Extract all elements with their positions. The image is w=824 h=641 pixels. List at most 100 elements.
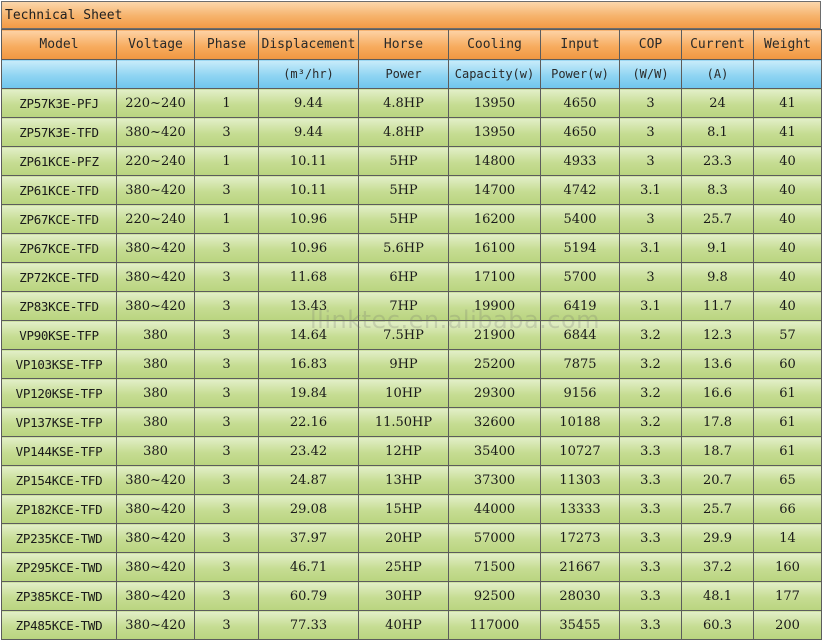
header-phase: Phase <box>194 29 259 60</box>
cell-cooling-capacity: 57000 <box>448 523 541 553</box>
cell-model: ZP295KCE-TWD <box>1 552 117 582</box>
cell-displacement: 10.96 <box>258 233 359 263</box>
cell-cooling-capacity: 16100 <box>448 233 541 263</box>
cell-input-power: 5194 <box>540 233 620 263</box>
cell-current: 24 <box>681 88 754 118</box>
cell-voltage: 380~420 <box>116 117 195 147</box>
cell-cop: 3.1 <box>619 233 682 263</box>
cell-weight: 66 <box>753 494 822 524</box>
cell-voltage: 380~420 <box>116 175 195 205</box>
cell-voltage: 220~240 <box>116 204 195 234</box>
cell-current: 20.7 <box>681 465 754 495</box>
cell-horse-power: 7HP <box>358 291 449 321</box>
header-displacement: Displacement <box>258 29 359 60</box>
cell-weight: 41 <box>753 117 822 147</box>
cell-cooling-capacity: 13950 <box>448 88 541 118</box>
cell-weight: 61 <box>753 378 822 408</box>
cell-cooling-capacity: 21900 <box>448 320 541 350</box>
cell-current: 9.1 <box>681 233 754 263</box>
cell-phase: 1 <box>194 146 259 176</box>
cell-cop: 3.3 <box>619 436 682 466</box>
cell-input-power: 10727 <box>540 436 620 466</box>
cell-current: 11.7 <box>681 291 754 321</box>
header-unit-cooling-capacity: Capacity(w) <box>448 59 541 89</box>
header-unit-voltage <box>116 59 195 89</box>
cell-weight: 61 <box>753 407 822 437</box>
cell-current: 60.3 <box>681 610 754 640</box>
cell-input-power: 9156 <box>540 378 620 408</box>
header-unit-current: (A) <box>681 59 754 89</box>
cell-current: 29.9 <box>681 523 754 553</box>
cell-model: ZP235KCE-TWD <box>1 523 117 553</box>
cell-cop: 3.2 <box>619 349 682 379</box>
cell-phase: 3 <box>194 117 259 147</box>
cell-input-power: 13333 <box>540 494 620 524</box>
cell-horse-power: 10HP <box>358 378 449 408</box>
cell-model: ZP385KCE-TWD <box>1 581 117 611</box>
header-cooling-capacity: Cooling <box>448 29 541 60</box>
sheet-title: Technical Sheet <box>1 1 821 29</box>
cell-phase: 3 <box>194 552 259 582</box>
cell-current: 8.1 <box>681 117 754 147</box>
cell-voltage: 380~420 <box>116 465 195 495</box>
table-row: VP103KSE-TFP 380 3 16.83 9HP 25200 7875 3.2 13.6… <box>1 349 822 379</box>
cell-phase: 3 <box>194 610 259 640</box>
cell-input-power: 10188 <box>540 407 620 437</box>
cell-voltage: 380~420 <box>116 610 195 640</box>
header-horse-power: Horse <box>358 29 449 60</box>
table-row: ZP57K3E-TFD 380~420 3 9.44 4.8HP 13950 4650 3 8.… <box>1 117 822 147</box>
cell-horse-power: 6HP <box>358 262 449 292</box>
cell-weight: 65 <box>753 465 822 495</box>
cell-displacement: 24.87 <box>258 465 359 495</box>
header-current: Current <box>681 29 754 60</box>
cell-cooling-capacity: 16200 <box>448 204 541 234</box>
cell-weight: 40 <box>753 262 822 292</box>
cell-horse-power: 5HP <box>358 146 449 176</box>
cell-horse-power: 12HP <box>358 436 449 466</box>
cell-cooling-capacity: 44000 <box>448 494 541 524</box>
cell-cop: 3 <box>619 146 682 176</box>
cell-model: VP120KSE-TFP <box>1 378 117 408</box>
cell-model: ZP61KCE-TFD <box>1 175 117 205</box>
cell-displacement: 46.71 <box>258 552 359 582</box>
cell-displacement: 9.44 <box>258 88 359 118</box>
cell-cooling-capacity: 37300 <box>448 465 541 495</box>
cell-current: 12.3 <box>681 320 754 350</box>
cell-horse-power: 5HP <box>358 175 449 205</box>
cell-voltage: 380 <box>116 378 195 408</box>
cell-cooling-capacity: 17100 <box>448 262 541 292</box>
cell-cooling-capacity: 14800 <box>448 146 541 176</box>
header-unit-displacement: (m³/hr) <box>258 59 359 89</box>
cell-horse-power: 4.8HP <box>358 88 449 118</box>
cell-model: ZP61KCE-PFZ <box>1 146 117 176</box>
cell-current: 37.2 <box>681 552 754 582</box>
cell-weight: 40 <box>753 291 822 321</box>
cell-cop: 3.3 <box>619 552 682 582</box>
cell-input-power: 4933 <box>540 146 620 176</box>
cell-current: 25.7 <box>681 494 754 524</box>
cell-input-power: 11303 <box>540 465 620 495</box>
table-row: ZP72KCE-TFD 380~420 3 11.68 6HP 17100 5700 3 9.8… <box>1 262 822 292</box>
cell-voltage: 380~420 <box>116 262 195 292</box>
cell-model: ZP67KCE-TFD <box>1 233 117 263</box>
cell-voltage: 380 <box>116 407 195 437</box>
cell-input-power: 6844 <box>540 320 620 350</box>
cell-phase: 3 <box>194 320 259 350</box>
cell-cooling-capacity: 92500 <box>448 581 541 611</box>
header-input-power: Input <box>540 29 620 60</box>
cell-voltage: 380~420 <box>116 581 195 611</box>
cell-displacement: 29.08 <box>258 494 359 524</box>
cell-current: 13.6 <box>681 349 754 379</box>
cell-phase: 3 <box>194 494 259 524</box>
cell-horse-power: 30HP <box>358 581 449 611</box>
cell-weight: 41 <box>753 88 822 118</box>
cell-cop: 3.2 <box>619 407 682 437</box>
cell-cop: 3 <box>619 204 682 234</box>
cell-weight: 14 <box>753 523 822 553</box>
cell-horse-power: 15HP <box>358 494 449 524</box>
cell-phase: 3 <box>194 436 259 466</box>
cell-cooling-capacity: 25200 <box>448 349 541 379</box>
cell-displacement: 10.11 <box>258 146 359 176</box>
cell-horse-power: 7.5HP <box>358 320 449 350</box>
cell-cop: 3.3 <box>619 581 682 611</box>
